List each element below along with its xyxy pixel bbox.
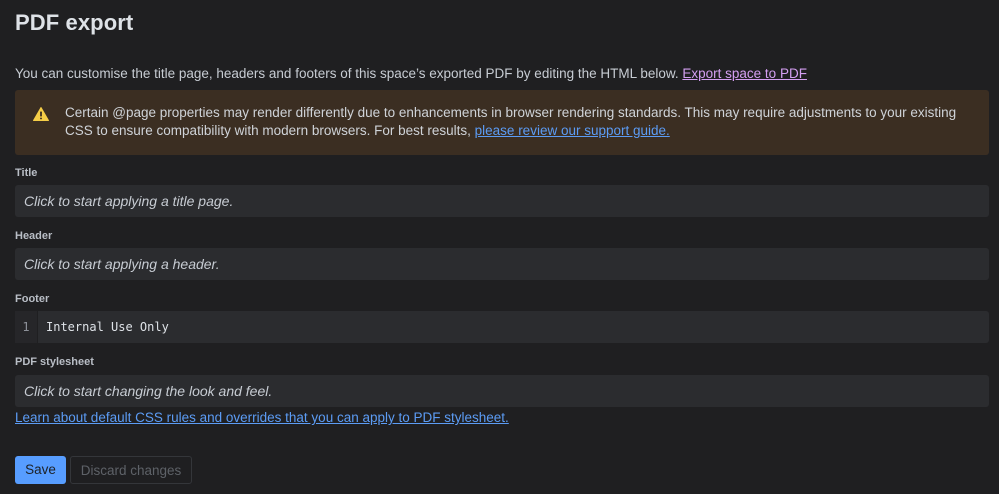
intro-paragraph: You can customise the title page, header… [15,66,807,81]
title-label: Title [15,167,38,179]
stylesheet-editor[interactable]: Click to start changing the look and fee… [15,375,989,407]
page-title: PDF export [15,10,134,35]
export-space-link[interactable]: Export space to PDF [682,66,807,81]
stylesheet-label: PDF stylesheet [15,356,94,368]
footer-editor[interactable]: 1 Internal Use Only [15,311,989,343]
header-editor[interactable]: Click to start applying a header. [15,248,989,280]
warning-banner: Certain @page properties may render diff… [15,90,989,155]
intro-text: You can customise the title page, header… [15,66,683,81]
footer-code-line[interactable]: Internal Use Only [38,320,169,334]
line-number: 1 [15,311,38,343]
footer-label: Footer [15,293,50,305]
title-editor[interactable]: Click to start applying a title page. [15,185,989,217]
save-button[interactable]: Save [15,456,66,484]
pdf-export-page: PDF export You can customise the title p… [0,0,999,494]
header-label: Header [15,230,53,242]
discard-changes-button[interactable]: Discard changes [70,456,192,484]
warning-triangle-icon [33,107,49,121]
support-guide-link[interactable]: please review our support guide. [475,123,670,138]
learn-css-rules-link[interactable]: Learn about default CSS rules and overri… [15,410,509,425]
